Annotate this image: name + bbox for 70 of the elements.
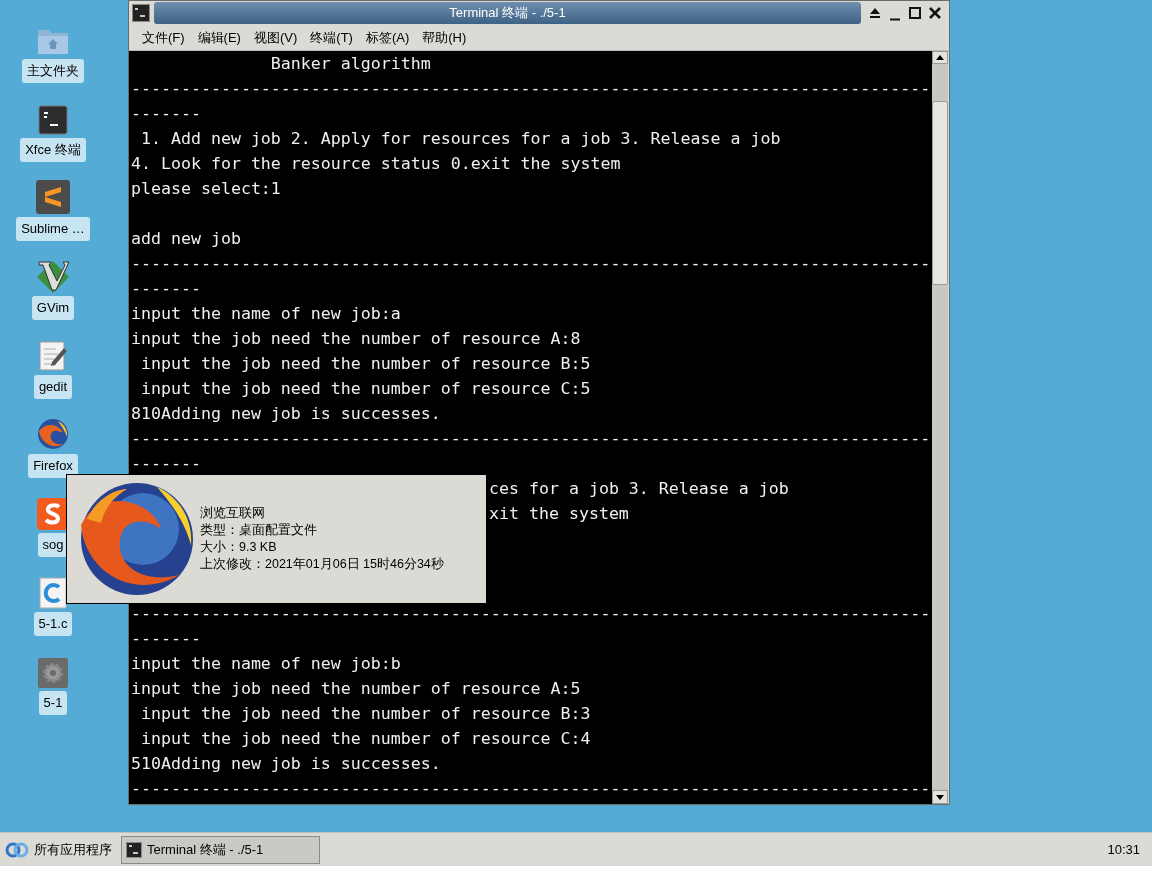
sublime-icon[interactable]: [36, 180, 70, 214]
terminal-line: input the job need the number of resource B:5: [140, 354, 591, 373]
sogou-icon[interactable]: [37, 498, 69, 530]
close-button[interactable]: [927, 5, 943, 21]
clock: 10:31: [1107, 840, 1140, 859]
terminal-line: Banker algorithm: [269, 54, 431, 73]
terminal-line: --------------------------------------------------------------------------------: [131, 604, 931, 623]
terminal-line: -------: [131, 104, 201, 123]
terminal-line: --------------------------------------------------------------------------------: [131, 429, 931, 448]
browser-icon[interactable]: [36, 417, 70, 451]
menu-item[interactable]: 编辑(E): [197, 27, 241, 48]
icon-label[interactable]: 5-1: [38, 691, 68, 715]
window-title: Terminal 终端 - ./5-1: [154, 2, 861, 24]
close-icon: [927, 5, 943, 21]
scrollbar[interactable]: [932, 51, 948, 804]
terminal-icon: [126, 841, 142, 858]
terminal-line: input the name of new job:b: [131, 654, 401, 673]
terminal-line: xit the system: [489, 504, 629, 523]
up-arrow-icon: [936, 55, 944, 60]
terminal-line: 1. Add new job 2. Apply for resources for a job 3. Release a job: [140, 129, 781, 148]
tooltip-text: 大小：9.3 KB: [200, 539, 278, 556]
down-arrow-icon: [936, 794, 944, 800]
maximize-icon: [907, 5, 923, 21]
icon-label[interactable]: GVim: [31, 296, 75, 320]
menu-item[interactable]: 终端(T): [310, 27, 353, 48]
terminal-line: -------: [131, 454, 201, 473]
taskbar-button[interactable]: Terminal 终端 - ./5-1: [121, 835, 320, 864]
tooltip-text: 上次修改：2021年01月06日 15时46分34秒: [200, 556, 444, 573]
terminal-icon[interactable]: [132, 3, 152, 23]
menu-item[interactable]: 标签(A): [365, 27, 410, 48]
maximize-button[interactable]: [907, 5, 923, 21]
vim-icon[interactable]: [35, 259, 71, 293]
icon-label[interactable]: 主文件夹: [22, 59, 84, 83]
scroll-thumb[interactable]: [932, 101, 948, 285]
terminal-line: --------------------------------------------------------------------------------: [131, 779, 931, 798]
scroll-down-button[interactable]: [932, 790, 948, 804]
terminal-line: input the job need the number of resource C:5: [140, 379, 591, 398]
icon-label[interactable]: Sublime …: [16, 217, 90, 241]
terminal-line: -------: [131, 279, 201, 298]
minimize-icon: [890, 18, 900, 21]
terminal-line: 810Adding new job is successes.: [131, 404, 441, 423]
terminal-line: input the job need the number of resource A:5: [131, 679, 581, 698]
menu-item[interactable]: 文件(F): [142, 27, 185, 48]
file-c-icon[interactable]: [39, 577, 67, 609]
tooltip-text: 浏览互联网: [200, 505, 266, 522]
terminal-line: ces for a job 3. Release a job: [489, 479, 789, 498]
icon-label[interactable]: Xfce 终端: [20, 138, 86, 162]
terminal-line: --------------------------------------------------------------------------------: [131, 254, 931, 273]
icon-label[interactable]: Firefox: [28, 454, 78, 478]
rings-icon: [5, 841, 29, 858]
terminal-line: input the job need the number of resource C:4: [140, 729, 591, 748]
notepad-icon[interactable]: [38, 340, 68, 372]
icon-label[interactable]: 5-1.c: [33, 612, 73, 636]
scroll-up-button[interactable]: [932, 51, 948, 64]
terminal-line: 510Adding new job is successes.: [131, 754, 441, 773]
terminal-line: --------------------------------------------------------------------------------: [131, 79, 931, 98]
terminal-line: 4. Look for the resource status 0.exit the system: [131, 154, 621, 173]
terminal-line: input the job need the number of resource B:3: [140, 704, 591, 723]
applications-menu-button[interactable]: 所有应用程序: [5, 839, 112, 860]
tooltip-text: 类型：桌面配置文件: [200, 522, 318, 539]
terminal-icon[interactable]: [38, 105, 68, 135]
terminal-line: add new job: [131, 229, 241, 248]
menu-item[interactable]: 视图(V): [253, 27, 298, 48]
terminal-line: -------: [131, 629, 201, 648]
terminal[interactable]: [129, 51, 932, 804]
menu-item[interactable]: 帮助(H): [422, 27, 467, 48]
icon-label[interactable]: gedit: [33, 375, 73, 399]
terminal-line: input the name of new job:a: [131, 304, 401, 323]
terminal-line: input the job need the number of resource A:8: [131, 329, 581, 348]
terminal-line: please select:1: [131, 179, 281, 198]
